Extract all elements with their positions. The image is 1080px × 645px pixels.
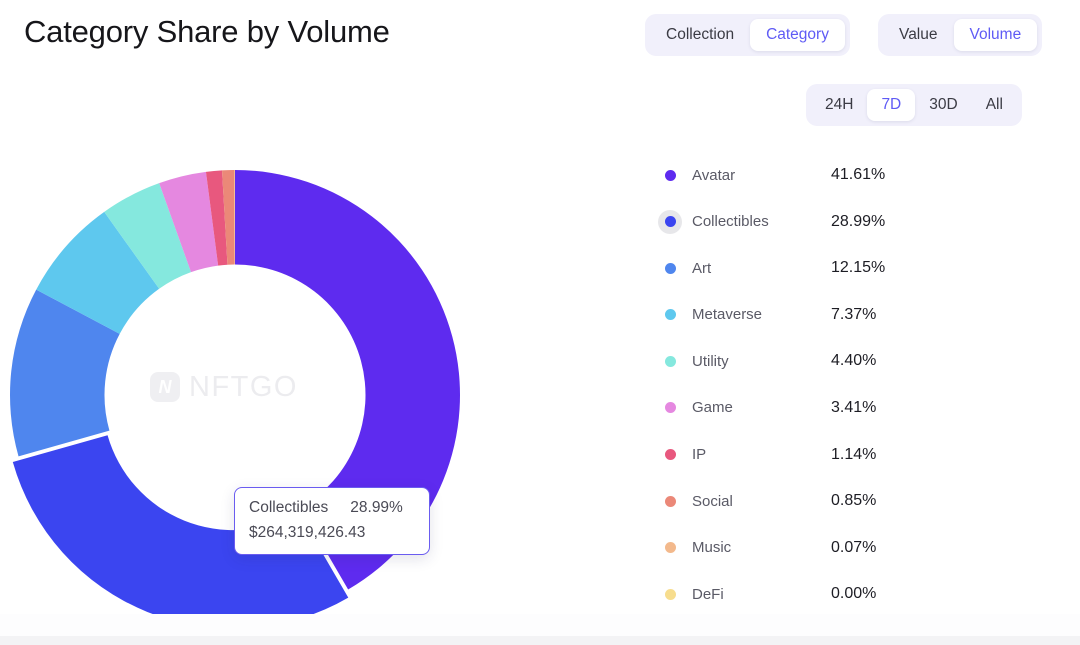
legend-item-utility[interactable]: Utility 4.40% <box>658 349 988 373</box>
legend-item-collectibles[interactable]: Collectibles 28.99% <box>658 209 988 234</box>
legend-item-label: Utility <box>692 352 729 370</box>
legend-item-label: Collectibles <box>692 213 769 231</box>
legend-item-percent: 1.14% <box>831 445 877 463</box>
toggle-option-category[interactable]: Category <box>750 19 845 51</box>
legend-swatch-icon <box>658 256 682 280</box>
range-option-24h[interactable]: 24H <box>811 89 867 121</box>
legend-item-percent: 28.99% <box>831 212 886 230</box>
legend-color-dot <box>664 542 676 554</box>
legend-swatch-icon <box>658 163 682 187</box>
legend-item-metaverse[interactable]: Metaverse 7.37% <box>658 303 988 327</box>
legend-item-percent: 0.85% <box>831 492 877 510</box>
legend-item-defi[interactable]: DeFi 0.00% <box>658 582 988 606</box>
legend-item-label: Music <box>692 539 732 557</box>
legend-item-label: DeFi <box>692 585 724 603</box>
legend-swatch-icon <box>658 303 682 327</box>
bottom-fade <box>0 614 1080 636</box>
legend-color-dot <box>664 402 676 414</box>
chart-panel: Category Share by Volume Collection Cate… <box>0 0 1080 645</box>
legend-swatch-icon <box>658 582 682 606</box>
range-option-30d[interactable]: 30D <box>915 89 971 121</box>
legend-color-dot <box>664 588 676 600</box>
legend-color-dot <box>664 169 676 181</box>
legend-item-percent: 4.40% <box>831 352 877 370</box>
legend-color-dot <box>664 216 676 228</box>
legend-item-ip[interactable]: IP 1.14% <box>658 443 988 467</box>
legend-swatch-icon <box>658 443 682 467</box>
legend-item-social[interactable]: Social 0.85% <box>658 489 988 513</box>
tooltip-percent: 28.99% <box>350 499 403 516</box>
legend-swatch-icon <box>658 209 682 234</box>
legend: Avatar 41.61% Collectibles 28.99% Art 12.15% M… <box>658 163 988 629</box>
legend-item-label: Art <box>692 259 712 277</box>
legend-item-label: Social <box>692 492 733 510</box>
tooltip-category-name: Collectibles <box>249 499 329 516</box>
legend-item-percent: 3.41% <box>831 398 877 416</box>
legend-item-art[interactable]: Art 12.15% <box>658 256 988 280</box>
legend-item-music[interactable]: Music 0.07% <box>658 536 988 560</box>
legend-color-dot <box>664 309 676 321</box>
legend-item-label: Game <box>692 399 733 417</box>
legend-color-dot <box>664 355 676 367</box>
toggle-option-volume[interactable]: Volume <box>953 19 1038 51</box>
legend-color-dot <box>664 449 676 461</box>
legend-swatch-icon <box>658 536 682 560</box>
legend-color-dot <box>664 495 676 507</box>
time-range-toggle[interactable]: 24H 7D 30D All <box>806 84 1022 126</box>
entity-scope-toggle[interactable]: Collection Category <box>645 14 850 56</box>
toggle-option-collection[interactable]: Collection <box>650 19 750 51</box>
legend-color-dot <box>664 262 676 274</box>
legend-item-percent: 12.15% <box>831 259 886 277</box>
legend-item-percent: 41.61% <box>831 166 886 183</box>
legend-item-label: Avatar <box>692 166 736 184</box>
legend-swatch-icon <box>658 349 682 373</box>
legend-item-percent: 0.00% <box>831 585 877 603</box>
legend-item-label: IP <box>692 446 707 464</box>
range-option-7d[interactable]: 7D <box>867 89 916 121</box>
tooltip-header: Collectibles 28.99% <box>249 499 415 517</box>
legend-item-game[interactable]: Game 3.41% <box>658 396 988 420</box>
legend-item-percent: 7.37% <box>831 305 877 323</box>
legend-swatch-icon <box>658 489 682 513</box>
toggle-option-value[interactable]: Value <box>883 19 954 51</box>
bottom-strip <box>0 636 1080 645</box>
legend-item-percent: 0.07% <box>831 538 877 556</box>
range-option-all[interactable]: All <box>972 89 1017 121</box>
legend-item-label: Metaverse <box>692 306 763 324</box>
chart-tooltip: Collectibles 28.99% $264,319,426.43 <box>234 487 430 555</box>
metric-toggle[interactable]: Value Volume <box>878 14 1043 56</box>
tooltip-value: $264,319,426.43 <box>249 524 366 541</box>
legend-item-avatar[interactable]: Avatar 41.61% <box>658 163 988 187</box>
page-title: Category Share by Volume <box>24 14 390 49</box>
legend-swatch-icon <box>658 396 682 420</box>
